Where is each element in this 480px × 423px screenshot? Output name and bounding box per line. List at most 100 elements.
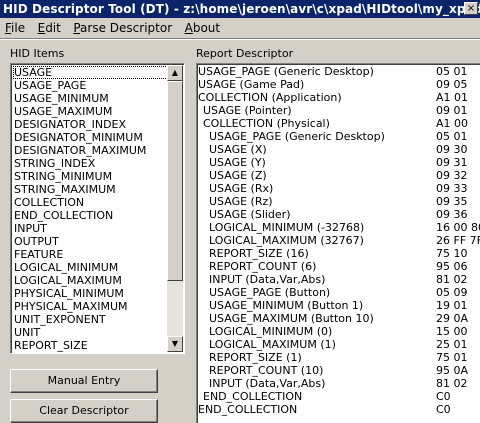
report-item-bytes: 09 30: [436, 143, 468, 156]
report-row[interactable]: USAGE_MINIMUM (Button 1) 19 01: [197, 299, 480, 312]
report-item-bytes: 15 00: [436, 325, 468, 338]
menu-edit[interactable]: Edit: [34, 19, 65, 37]
report-item-bytes: 09 32: [436, 169, 468, 182]
report-row[interactable]: END_COLLECTION C0: [197, 390, 480, 403]
list-item[interactable]: STRING_MAXIMUM: [13, 183, 168, 196]
list-item[interactable]: DESIGNATOR_MINIMUM: [13, 131, 168, 144]
list-item[interactable]: DESIGNATOR_INDEX: [13, 118, 168, 131]
list-item[interactable]: PHYSICAL_MINIMUM: [13, 287, 168, 300]
report-item-text: COLLECTION (Application): [198, 91, 342, 104]
report-row[interactable]: USAGE (X) 09 30: [197, 143, 480, 156]
report-row[interactable]: REPORT_COUNT (10) 95 0A: [197, 364, 480, 377]
report-row[interactable]: REPORT_SIZE (16) 75 10: [197, 247, 480, 260]
report-item-bytes: 19 01: [436, 299, 468, 312]
report-row[interactable]: LOGICAL_MINIMUM (-32768) 16 00 80: [197, 221, 480, 234]
report-item-bytes: 09 01: [436, 104, 468, 117]
report-item-bytes: 29 0A: [436, 312, 469, 325]
report-item-bytes: 09 05: [436, 78, 468, 91]
list-item[interactable]: COLLECTION: [13, 196, 168, 209]
report-item-text: INPUT (Data,Var,Abs): [209, 377, 326, 390]
report-item-bytes: C0: [436, 390, 451, 403]
list-item[interactable]: FEATURE: [13, 248, 168, 261]
menu-bar: File Edit Parse Descriptor About: [0, 19, 480, 38]
menu-about[interactable]: About: [181, 19, 225, 37]
report-row[interactable]: LOGICAL_MAXIMUM (32767) 26 FF 7F: [197, 234, 480, 247]
list-item[interactable]: END_COLLECTION: [13, 209, 168, 222]
report-item-text: USAGE (X): [209, 143, 267, 156]
report-item-bytes: A1 00: [436, 117, 469, 130]
manual-entry-button[interactable]: Manual Entry: [10, 369, 158, 393]
report-item-bytes: 81 02: [436, 377, 468, 390]
report-item-text: USAGE_PAGE (Generic Desktop): [209, 130, 385, 143]
scroll-up-arrow-icon[interactable]: ▲: [167, 65, 183, 81]
list-item[interactable]: USAGE: [13, 66, 168, 79]
report-item-bytes: A1 01: [436, 91, 469, 104]
report-item-bytes: 25 01: [436, 338, 468, 351]
report-item-bytes: 75 01: [436, 351, 468, 364]
hid-items-listbox[interactable]: USAGE USAGE_PAGE USAGE_MINIMUM USAGE_MAXIMU…: [10, 63, 185, 354]
menu-parse-descriptor[interactable]: Parse Descriptor: [69, 19, 176, 37]
report-row[interactable]: USAGE (Rx) 09 33: [197, 182, 480, 195]
list-item[interactable]: LOGICAL_MAXIMUM: [13, 274, 168, 287]
window-title: HID Descriptor Tool (DT) - z:\home\jeroe…: [3, 2, 480, 16]
report-row[interactable]: COLLECTION (Application) A1 01: [197, 91, 480, 104]
report-item-text: USAGE_PAGE (Button): [209, 286, 331, 299]
report-item-text: REPORT_SIZE (16): [209, 247, 309, 260]
report-item-bytes: 95 06: [436, 260, 468, 273]
list-item[interactable]: INPUT: [13, 222, 168, 235]
report-row[interactable]: INPUT (Data,Var,Abs) 81 02: [197, 377, 480, 390]
report-item-text: END_COLLECTION: [198, 403, 298, 416]
list-item[interactable]: REPORT_SIZE: [13, 339, 168, 352]
report-row[interactable]: REPORT_SIZE (1) 75 01: [197, 351, 480, 364]
report-item-text: USAGE (Rz): [209, 195, 273, 208]
list-item[interactable]: PHYSICAL_MAXIMUM: [13, 300, 168, 313]
report-item-bytes: 16 00 80: [436, 221, 480, 234]
report-row[interactable]: USAGE (Z) 09 32: [197, 169, 480, 182]
report-item-bytes: 09 36: [436, 208, 468, 221]
hid-items-list: USAGE USAGE_PAGE USAGE_MINIMUM USAGE_MAXIMU…: [13, 66, 168, 352]
menu-file[interactable]: File: [1, 19, 29, 37]
report-row[interactable]: USAGE_PAGE (Generic Desktop) 05 01: [197, 65, 480, 78]
report-item-bytes: 75 10: [436, 247, 468, 260]
report-row[interactable]: USAGE_MAXIMUM (Button 10) 29 0A: [197, 312, 480, 325]
report-row[interactable]: USAGE (Rz) 09 35: [197, 195, 480, 208]
report-row[interactable]: USAGE (Y) 09 31: [197, 156, 480, 169]
list-item[interactable]: UNIT_EXPONENT: [13, 313, 168, 326]
list-item[interactable]: OUTPUT: [13, 235, 168, 248]
report-row[interactable]: LOGICAL_MAXIMUM (1) 25 01: [197, 338, 480, 351]
report-row[interactable]: USAGE (Pointer) 09 01: [197, 104, 480, 117]
report-row[interactable]: INPUT (Data,Var,Abs) 81 02: [197, 273, 480, 286]
report-item-bytes: 09 33: [436, 182, 468, 195]
list-item[interactable]: USAGE_MINIMUM: [13, 92, 168, 105]
report-item-text: LOGICAL_MAXIMUM (1): [209, 338, 336, 351]
report-row[interactable]: USAGE_PAGE (Generic Desktop) 05 01: [197, 130, 480, 143]
scroll-down-arrow-icon[interactable]: ▼: [167, 336, 183, 352]
report-item-text: LOGICAL_MAXIMUM (32767): [209, 234, 364, 247]
list-item[interactable]: USAGE_PAGE: [13, 79, 168, 92]
report-row[interactable]: REPORT_COUNT (6) 95 06: [197, 260, 480, 273]
report-row[interactable]: COLLECTION (Physical) A1 00: [197, 117, 480, 130]
menu-separator: [0, 38, 480, 40]
report-item-bytes: 09 35: [436, 195, 468, 208]
report-item-text: USAGE (Z): [209, 169, 267, 182]
report-row[interactable]: USAGE (Game Pad) 09 05: [197, 78, 480, 91]
hid-items-scrollbar[interactable]: ▲ ▼: [167, 65, 183, 352]
report-descriptor-box[interactable]: USAGE_PAGE (Generic Desktop) 05 01 USAGE (…: [196, 63, 480, 423]
title-bar[interactable]: HID Descriptor Tool (DT) - z:\home\jeroe…: [0, 0, 480, 18]
scroll-thumb[interactable]: [167, 81, 183, 281]
report-row[interactable]: USAGE (Slider) 09 36: [197, 208, 480, 221]
report-item-text: INPUT (Data,Var,Abs): [209, 273, 326, 286]
report-row[interactable]: LOGICAL_MINIMUM (0) 15 00: [197, 325, 480, 338]
report-item-text: COLLECTION (Physical): [203, 117, 330, 130]
list-item[interactable]: STRING_INDEX: [13, 157, 168, 170]
clear-descriptor-button[interactable]: Clear Descriptor: [10, 399, 158, 423]
list-item[interactable]: STRING_MINIMUM: [13, 170, 168, 183]
report-row[interactable]: USAGE_PAGE (Button) 05 09: [197, 286, 480, 299]
list-item[interactable]: DESIGNATOR_MAXIMUM: [13, 144, 168, 157]
report-item-text: END_COLLECTION: [203, 390, 303, 403]
list-item[interactable]: USAGE_MAXIMUM: [13, 105, 168, 118]
list-item[interactable]: UNIT: [13, 326, 168, 339]
list-item[interactable]: LOGICAL_MINIMUM: [13, 261, 168, 274]
report-row[interactable]: END_COLLECTION C0: [197, 403, 480, 416]
close-button[interactable]: ×: [464, 2, 478, 15]
